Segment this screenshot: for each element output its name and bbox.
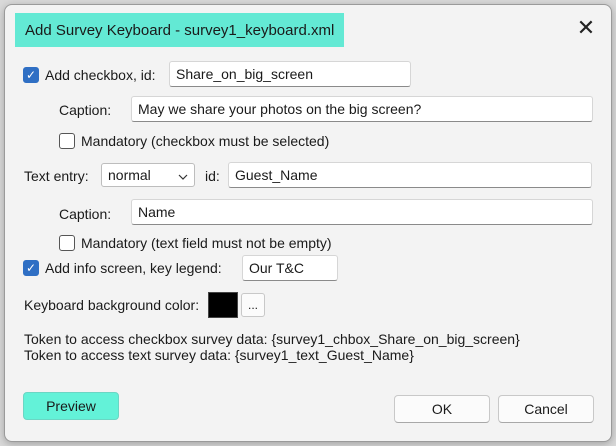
text-caption-label: Caption: [59, 206, 112, 222]
background-color-swatch[interactable] [208, 292, 238, 318]
checkbox-id-input[interactable]: Share_on_big_screen [169, 61, 411, 87]
text-token-text: Token to access text survey data: {surve… [24, 347, 414, 363]
checkbox-mandatory-checkbox[interactable] [59, 133, 75, 149]
preview-button[interactable]: Preview [23, 392, 119, 420]
add-checkbox-checkbox[interactable]: ✓ [23, 67, 39, 83]
survey-keyboard-dialog: Add Survey Keyboard - survey1_keyboard.x… [4, 4, 612, 442]
close-icon[interactable]: ✕ [571, 13, 601, 43]
text-entry-label: Text entry: [24, 168, 89, 184]
text-mandatory-toggle[interactable]: Mandatory (text field must not be empty) [59, 235, 332, 251]
info-screen-label: Add info screen, key legend: [45, 260, 222, 276]
background-color-label: Keyboard background color: [24, 297, 200, 313]
text-entry-mode-value: normal [108, 167, 151, 183]
text-id-label: id: [205, 168, 220, 184]
key-legend-input[interactable]: Our T&C [242, 255, 338, 281]
ok-button[interactable]: OK [394, 395, 490, 423]
text-mandatory-label: Mandatory (text field must not be empty) [81, 235, 332, 251]
checkbox-caption-label: Caption: [59, 102, 112, 118]
checkbox-caption-input[interactable]: May we share your photos on the big scre… [131, 96, 593, 122]
dialog-title: Add Survey Keyboard - survey1_keyboard.x… [15, 13, 345, 47]
add-checkbox-toggle[interactable]: ✓ Add checkbox, id: [23, 67, 156, 83]
add-checkbox-label: Add checkbox, id: [45, 67, 156, 83]
text-caption-input[interactable]: Name [131, 199, 593, 225]
text-entry-mode-select[interactable]: normal [101, 163, 195, 187]
chevron-down-icon [178, 167, 188, 183]
text-id-input[interactable]: Guest_Name [228, 162, 592, 188]
checkbox-mandatory-toggle[interactable]: Mandatory (checkbox must be selected) [59, 133, 329, 149]
cancel-button[interactable]: Cancel [498, 395, 594, 423]
checkbox-mandatory-label: Mandatory (checkbox must be selected) [81, 133, 330, 149]
text-mandatory-checkbox[interactable] [59, 235, 75, 251]
info-screen-toggle[interactable]: ✓ Add info screen, key legend: [23, 260, 222, 276]
info-screen-checkbox[interactable]: ✓ [23, 260, 39, 276]
color-picker-button[interactable]: ... [241, 293, 265, 317]
checkbox-token-text: Token to access checkbox survey data: {s… [24, 331, 520, 347]
